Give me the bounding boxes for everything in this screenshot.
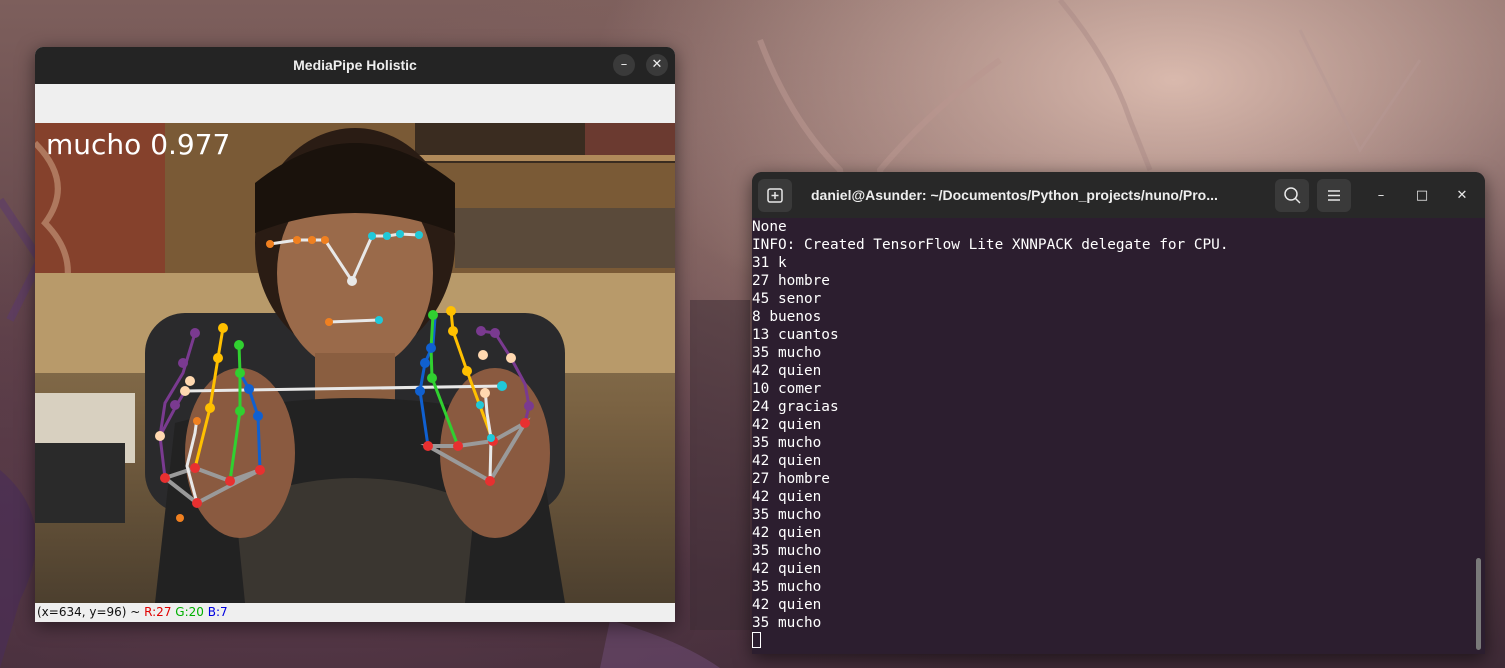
terminal-line: 31 k xyxy=(752,255,787,271)
search-button[interactable] xyxy=(1275,179,1309,212)
terminal-line: 42 quien xyxy=(752,453,822,469)
terminal-line: 42 quien xyxy=(752,489,822,505)
terminal-line: 42 quien xyxy=(752,597,822,613)
terminal-line: 27 hombre xyxy=(752,471,830,487)
new-tab-icon xyxy=(767,188,783,203)
pixel-coords: (x=634, y=96) ~ xyxy=(37,605,145,619)
terminal-line: INFO: Created TensorFlow Lite XNNPACK de… xyxy=(752,237,1229,253)
terminal-line: 35 mucho xyxy=(752,435,822,451)
pixel-green: G:20 xyxy=(175,605,204,619)
pixel-red: R:27 xyxy=(144,605,172,619)
camera-feed[interactable]: mucho 0.977 xyxy=(35,123,675,603)
terminal-line: 42 quien xyxy=(752,417,822,433)
terminal-line: 35 mucho xyxy=(752,543,822,559)
menu-button[interactable] xyxy=(1317,179,1351,212)
terminal-line: 35 mucho xyxy=(752,615,822,631)
mediapipe-window: MediaPipe Holistic – ✕ mucho 0.977 (x=63… xyxy=(35,47,675,622)
terminal-prompt-line[interactable] xyxy=(752,632,1485,650)
terminal-line: 24 gracias xyxy=(752,399,839,415)
terminal-line: 35 mucho xyxy=(752,579,822,595)
terminal-minimize-button[interactable]: – xyxy=(1370,185,1392,207)
pixel-blue: B:7 xyxy=(207,605,228,619)
terminal-window: daniel@Asunder: ~/Documentos/Python_proj… xyxy=(752,172,1485,654)
terminal-title: daniel@Asunder: ~/Documentos/Python_proj… xyxy=(811,187,1218,203)
minimize-button[interactable]: – xyxy=(613,54,635,76)
search-icon xyxy=(1284,187,1301,204)
mediapipe-title: MediaPipe Holistic xyxy=(293,57,417,73)
new-tab-button[interactable] xyxy=(758,179,792,212)
terminal-line: 10 comer xyxy=(752,381,822,397)
mediapipe-titlebar[interactable]: MediaPipe Holistic – ✕ xyxy=(35,47,675,84)
terminal-line: 42 quien xyxy=(752,561,822,577)
status-bar: (x=634, y=96) ~ R:27 G:20 B:7 xyxy=(35,603,675,622)
terminal-line: 42 quien xyxy=(752,363,822,379)
prediction-overlay: mucho 0.977 xyxy=(46,128,230,161)
terminal-line: 35 mucho xyxy=(752,345,822,361)
mediapipe-toolbar xyxy=(35,84,675,123)
terminal-line: 45 senor xyxy=(752,291,822,307)
terminal-line: 35 mucho xyxy=(752,507,822,523)
terminal-scrollbar[interactable] xyxy=(1476,558,1481,650)
terminal-cursor xyxy=(752,632,761,648)
hamburger-menu-icon xyxy=(1328,190,1340,201)
terminal-output[interactable]: None INFO: Created TensorFlow Lite XNNPAC… xyxy=(752,218,1485,654)
terminal-lines: None INFO: Created TensorFlow Lite XNNPAC… xyxy=(752,218,1485,632)
terminal-maximize-button[interactable]: □ xyxy=(1411,185,1433,207)
camera-scene: mucho 0.977 xyxy=(35,123,675,603)
terminal-line: 8 buenos xyxy=(752,309,822,325)
terminal-headerbar[interactable]: daniel@Asunder: ~/Documentos/Python_proj… xyxy=(752,172,1485,218)
terminal-line: 27 hombre xyxy=(752,273,830,289)
terminal-line: 42 quien xyxy=(752,525,822,541)
terminal-line: None xyxy=(752,219,787,235)
terminal-line: 13 cuantos xyxy=(752,327,839,343)
close-button[interactable]: ✕ xyxy=(646,54,668,76)
terminal-close-button[interactable]: ✕ xyxy=(1451,185,1473,207)
